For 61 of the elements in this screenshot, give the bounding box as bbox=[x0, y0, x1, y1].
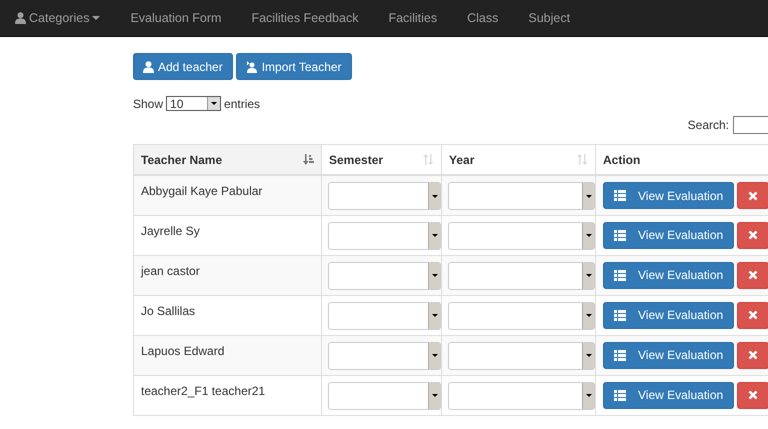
person-import-icon bbox=[246, 60, 258, 72]
view-evaluation-button[interactable]: View Evaluation bbox=[603, 342, 734, 368]
dropdown-field[interactable] bbox=[448, 222, 595, 250]
entries-label: entries bbox=[224, 96, 260, 110]
delete-button[interactable] bbox=[737, 222, 768, 248]
dropdown-field[interactable] bbox=[448, 262, 595, 290]
teacher-name: teacher2_F1 teacher21 bbox=[140, 382, 266, 400]
user-icon bbox=[143, 60, 154, 72]
view-evaluation-button[interactable]: View Evaluation bbox=[603, 182, 734, 209]
view-evaluation-button[interactable]: View Evaluation bbox=[603, 302, 734, 328]
search-field[interactable] bbox=[733, 116, 768, 134]
list-icon bbox=[614, 230, 626, 240]
teacher-name: Jayrelle Sy bbox=[140, 222, 201, 240]
dropdown-field[interactable] bbox=[328, 382, 441, 410]
nav-dropdown[interactable]: Categories bbox=[0, 11, 116, 25]
close-icon bbox=[748, 310, 758, 320]
add-teacher-button[interactable]: Add teacher bbox=[133, 53, 233, 80]
teacher-name: jean castor bbox=[140, 262, 201, 280]
dropdown-field[interactable] bbox=[328, 302, 441, 330]
teacher-name: Abbygail Kaye Pabular bbox=[140, 183, 264, 200]
close-icon bbox=[748, 190, 758, 200]
dropdown-field[interactable] bbox=[328, 182, 441, 210]
show-label: Show bbox=[133, 96, 164, 110]
delete-button[interactable] bbox=[737, 262, 768, 288]
caret-icon bbox=[92, 16, 100, 20]
sort-icon[interactable] bbox=[303, 154, 314, 165]
close-icon bbox=[748, 390, 758, 400]
dropdown-field[interactable] bbox=[328, 222, 441, 250]
dropdown-field[interactable] bbox=[328, 262, 441, 290]
nav-link[interactable]: Facilities Feedback bbox=[236, 11, 374, 25]
import-teacher-button[interactable]: Import Teacher bbox=[236, 53, 352, 80]
nav-link[interactable]: Subject bbox=[513, 11, 586, 25]
view-evaluation-button[interactable]: View Evaluation bbox=[603, 382, 734, 408]
teacher-name: Lapuos Edward bbox=[140, 342, 226, 360]
dropdown-field[interactable] bbox=[448, 182, 595, 210]
nav-link[interactable]: Evaluation Form bbox=[115, 11, 236, 25]
column-header[interactable]: Teacher Name bbox=[134, 144, 322, 175]
view-evaluation-button[interactable]: View Evaluation bbox=[603, 262, 734, 288]
close-icon bbox=[748, 350, 758, 360]
delete-button[interactable] bbox=[737, 382, 768, 408]
nav-link[interactable]: Facilities bbox=[373, 11, 452, 25]
delete-button[interactable] bbox=[737, 342, 768, 368]
delete-button[interactable] bbox=[737, 302, 768, 328]
nav-link[interactable]: Class bbox=[452, 11, 514, 25]
delete-button[interactable] bbox=[737, 182, 768, 209]
list-icon bbox=[614, 270, 626, 280]
search-label: Search: bbox=[688, 118, 729, 132]
dropdown-field[interactable] bbox=[328, 342, 441, 370]
view-evaluation-button[interactable]: View Evaluation bbox=[603, 222, 734, 248]
dropdown-field[interactable] bbox=[448, 302, 595, 330]
dropdown-field[interactable] bbox=[448, 382, 595, 410]
dropdown-field[interactable] bbox=[448, 342, 595, 370]
user-icon bbox=[15, 12, 26, 24]
entries-select[interactable]: 10 bbox=[166, 96, 222, 111]
close-icon bbox=[748, 270, 758, 280]
list-icon bbox=[614, 350, 626, 360]
teacher-name: Jo Sallilas bbox=[140, 302, 196, 320]
close-icon bbox=[748, 230, 758, 240]
list-icon bbox=[614, 190, 626, 201]
list-icon bbox=[614, 390, 626, 400]
list-icon bbox=[614, 310, 626, 320]
